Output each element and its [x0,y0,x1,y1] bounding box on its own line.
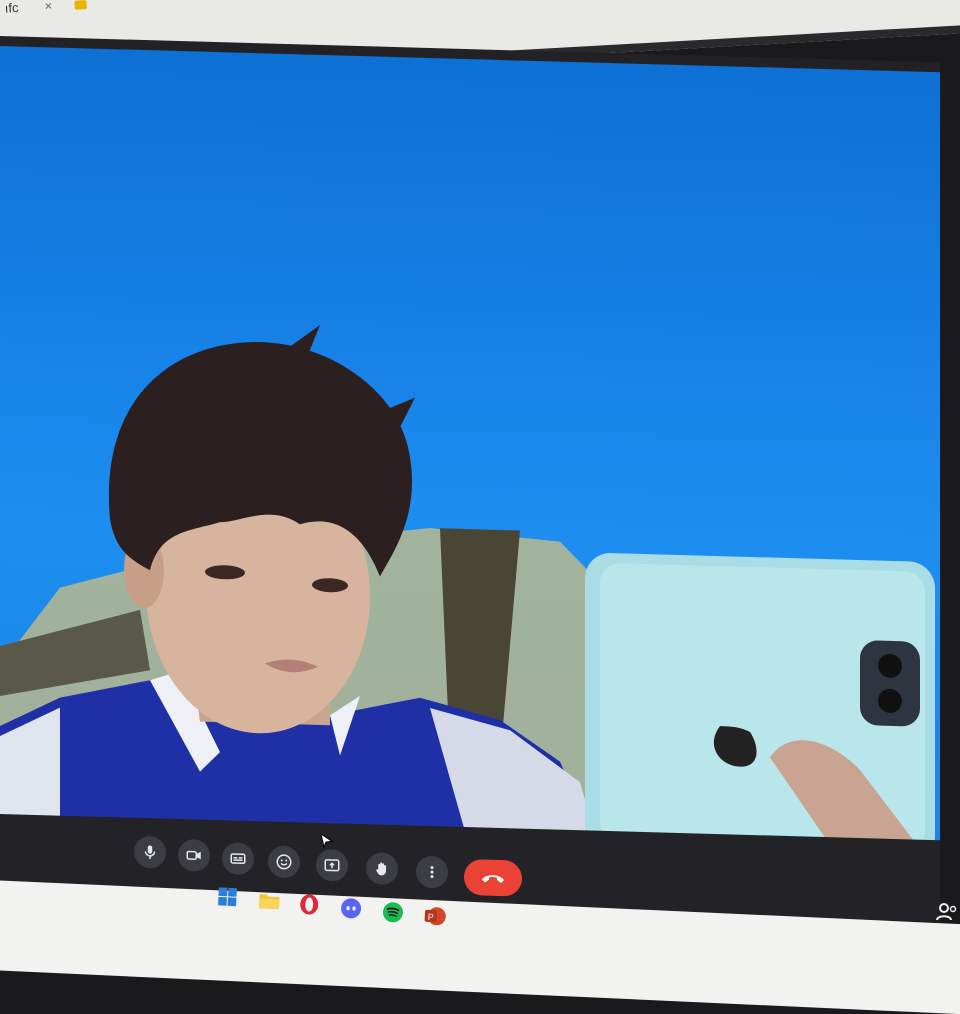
emoji-icon [276,854,292,870]
camera-icon [186,850,201,860]
hand-icon [376,862,387,876]
tab-close-icon[interactable]: × [44,0,52,13]
svg-text:P: P [428,912,434,922]
phone-hangup-icon [482,875,504,883]
powerpoint-icon[interactable]: P [422,904,447,929]
microphone-button[interactable] [134,835,166,869]
present-screen-button[interactable] [316,848,348,882]
camera-button[interactable] [178,838,210,872]
file-explorer-icon[interactable] [257,888,282,913]
participant-video-feed [0,324,935,862]
discord-icon[interactable] [339,896,364,921]
microphone-icon [144,845,156,859]
windows-start-icon[interactable] [215,884,240,909]
opera-browser-icon[interactable] [297,892,322,917]
end-call-button[interactable] [464,858,522,897]
spotify-icon[interactable] [380,900,405,925]
tab-favicon-icon [74,0,87,10]
people-icon[interactable] [934,900,958,924]
captions-icon [230,853,246,865]
raise-hand-button[interactable] [366,852,398,886]
captions-button[interactable] [222,842,254,876]
reactions-button[interactable] [268,845,300,879]
present-icon [324,859,340,872]
tab-title[interactable]: ıfc [4,0,19,16]
participant-video-tile [0,46,940,863]
more-options-button[interactable] [416,855,448,889]
video-meeting-window: i [0,36,940,956]
more-vert-icon [430,866,434,879]
